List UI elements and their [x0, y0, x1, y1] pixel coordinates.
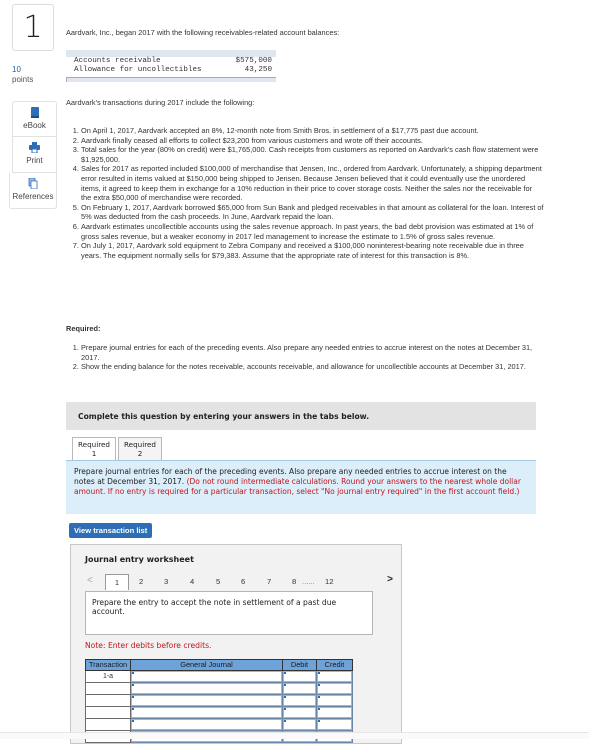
required-list: Prepare journal entries for each of the …: [66, 343, 544, 372]
intro-text: Aardvark, Inc., began 2017 with the foll…: [66, 28, 340, 37]
print-button[interactable]: Print: [12, 137, 57, 173]
complete-banner: Complete this question by entering your …: [66, 402, 536, 430]
tab-required-2[interactable]: Required 2: [118, 437, 162, 460]
account-field[interactable]: [130, 670, 283, 683]
credit-field[interactable]: [316, 694, 353, 707]
col-credit: Credit: [316, 659, 353, 671]
transaction-cell: [85, 706, 131, 719]
credit-field[interactable]: [316, 706, 353, 719]
journal-row: [85, 718, 353, 731]
page-6[interactable]: 6: [241, 577, 245, 586]
credit-field[interactable]: [316, 718, 353, 731]
documents-icon: [28, 178, 38, 189]
page-3[interactable]: 3: [164, 577, 168, 586]
tab-number: 1: [91, 449, 97, 458]
balances-table: Accounts receivable $575,000 Allowance f…: [66, 50, 276, 82]
side-tools: eBook Print References: [9, 101, 57, 209]
transaction-item: Aardvark estimates uncollectible account…: [81, 222, 544, 241]
balance-amount: $575,000: [235, 57, 272, 65]
transactions-intro: Aardvark's transactions during 2017 incl…: [66, 98, 255, 107]
account-field[interactable]: [130, 694, 283, 707]
tab-required-1[interactable]: Required 1: [72, 437, 116, 461]
account-field[interactable]: [130, 706, 283, 719]
transaction-item: Total sales for the year (80% on credit)…: [81, 145, 544, 164]
transaction-item: On April 1, 2017, Aardvark accepted an 8…: [81, 126, 544, 136]
debit-field[interactable]: [282, 694, 317, 707]
debit-field[interactable]: [282, 682, 317, 695]
tab-number: 2: [137, 449, 143, 458]
view-transaction-list-button[interactable]: View transaction list: [69, 523, 153, 538]
page-1[interactable]: 1: [105, 574, 129, 590]
page-ellipsis: ......: [302, 577, 315, 586]
transaction-item: Aardvark finally ceased all efforts to c…: [81, 136, 544, 146]
journal-row: [85, 682, 353, 695]
tab-label: Required: [78, 440, 110, 449]
journal-header-row: Transaction General Journal Debit Credit: [85, 659, 353, 671]
page-bottom-edge: [0, 732, 589, 739]
required-heading: Required:: [66, 324, 101, 333]
page-5[interactable]: 5: [216, 577, 220, 586]
credit-field[interactable]: [316, 682, 353, 695]
transaction-cell: [85, 718, 131, 731]
journal-table: Transaction General Journal Debit Credit…: [85, 659, 353, 743]
transactions-list: On April 1, 2017, Aardvark accepted an 8…: [66, 126, 544, 260]
page-4[interactable]: 4: [190, 577, 194, 586]
worksheet-pager: < 1 2 3 4 5 6 7 8 ...... 12 >: [85, 574, 393, 590]
balance-account: Accounts receivable: [74, 57, 161, 65]
debit-field[interactable]: [282, 718, 317, 731]
worksheet-title: Journal entry worksheet: [85, 555, 194, 564]
prev-page-arrow-icon[interactable]: <: [87, 575, 93, 586]
tab-label: Required: [124, 440, 156, 449]
journal-row: 1-a: [85, 670, 353, 683]
transaction-cell: [85, 682, 131, 695]
transaction-cell: 1-a: [85, 670, 131, 683]
balance-amount: 43,250: [244, 66, 272, 75]
credit-field[interactable]: [316, 670, 353, 683]
print-label: Print: [26, 156, 43, 165]
transaction-item: Sales for 2017 as reported included $100…: [81, 164, 544, 202]
page-8[interactable]: 8: [292, 577, 296, 586]
question-number: 1: [12, 4, 54, 51]
required-tabs: Required 1 Required 2: [72, 437, 164, 461]
ebook-button[interactable]: eBook: [12, 101, 57, 137]
col-debit: Debit: [282, 659, 317, 671]
balance-row: Accounts receivable $575,000: [66, 57, 276, 66]
balances-footer: [66, 76, 276, 82]
entry-prompt: Prepare the entry to accept the note in …: [85, 591, 373, 635]
journal-row: [85, 706, 353, 719]
balance-account: Allowance for uncollectibles: [74, 66, 202, 75]
required-item: Prepare journal entries for each of the …: [81, 343, 544, 362]
points-value: 10: [12, 65, 21, 74]
balances-header: [66, 50, 276, 57]
account-field[interactable]: [130, 718, 283, 731]
transaction-cell: [85, 694, 131, 707]
required-item: Show the ending balance for the notes re…: [81, 362, 544, 372]
references-button[interactable]: References: [9, 173, 57, 209]
col-general-journal: General Journal: [130, 659, 283, 671]
page-2[interactable]: 2: [139, 577, 143, 586]
printer-icon: [29, 142, 40, 153]
balance-row: Allowance for uncollectibles 43,250: [66, 66, 276, 75]
debit-field[interactable]: [282, 706, 317, 719]
ebook-label: eBook: [23, 121, 46, 130]
journal-row: [85, 694, 353, 707]
page-12[interactable]: 12: [325, 577, 333, 586]
col-transaction: Transaction: [85, 659, 131, 671]
transaction-item: On February 1, 2017, Aardvark borrowed $…: [81, 203, 544, 222]
debit-field[interactable]: [282, 670, 317, 683]
debits-note: Note: Enter debits before credits.: [85, 641, 212, 650]
instructions-box: Prepare journal entries for each of the …: [66, 460, 536, 514]
journal-entry-worksheet: Journal entry worksheet < 1 2 3 4 5 6 7 …: [70, 544, 402, 744]
next-page-arrow-icon[interactable]: >: [387, 574, 393, 585]
references-label: References: [12, 192, 54, 201]
book-icon: [30, 107, 39, 118]
page-7[interactable]: 7: [267, 577, 271, 586]
points-label: points: [12, 75, 34, 84]
account-field[interactable]: [130, 682, 283, 695]
transaction-item: On July 1, 2017, Aardvark sold equipment…: [81, 241, 544, 260]
